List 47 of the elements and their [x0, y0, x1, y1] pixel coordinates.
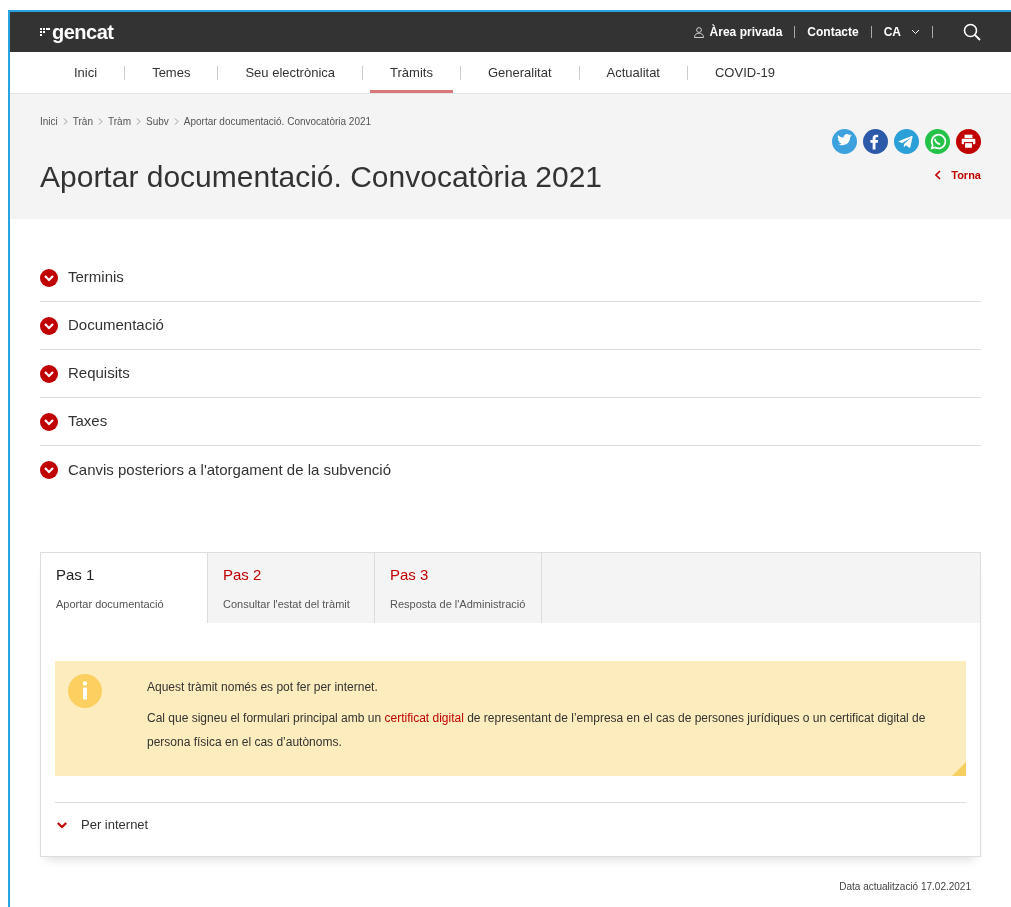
- info-icon: [68, 674, 102, 708]
- gencat-logo[interactable]: gencat: [52, 17, 114, 47]
- print-icon[interactable]: [956, 129, 981, 154]
- accordion-item[interactable]: Documentació: [40, 302, 981, 350]
- share-icon[interactable]: [832, 129, 857, 154]
- header-link[interactable]: Àrea privada: [681, 23, 795, 41]
- share-icon[interactable]: [894, 129, 919, 154]
- nav-tab[interactable]: Actualitat: [586, 52, 680, 93]
- back-link[interactable]: Torna: [935, 167, 981, 184]
- notice-text: Aquest tràmit només es pot fer per internet.: [147, 679, 379, 696]
- accordion-item[interactable]: Taxes: [40, 398, 981, 446]
- breadcrumb-link[interactable]: Inici: [40, 114, 58, 129]
- chevron-icon: [40, 364, 58, 383]
- nav-tab[interactable]: Inici: [54, 52, 118, 93]
- accordion-item[interactable]: Canvis posteriors a l'atorgament de la subvenció: [40, 446, 981, 494]
- header-link[interactable]: Contacte: [795, 23, 871, 41]
- share-icon[interactable]: [863, 129, 888, 154]
- breadcrumb-link[interactable]: Subv: [145, 114, 169, 129]
- search-icon[interactable]: [963, 23, 981, 41]
- caret-icon: [911, 29, 920, 35]
- corner-fold-icon: [952, 762, 966, 776]
- chevron-icon: [40, 268, 58, 287]
- language-selector[interactable]: CA: [871, 23, 932, 41]
- nav-tab[interactable]: Seu electrònica: [225, 52, 356, 93]
- step-tab[interactable]: Pas 1 Aportar documentació: [41, 553, 208, 623]
- page-title: Aportar documentació. Convocatòria 2021: [40, 159, 602, 195]
- chevron-icon: [40, 316, 58, 335]
- accordion-item[interactable]: Requisits: [40, 350, 981, 398]
- chevron-right-icon: [98, 118, 103, 125]
- nav-tab[interactable]: Generalitat: [467, 52, 572, 93]
- nav-tab[interactable]: Temes: [132, 52, 211, 93]
- channel-toggle[interactable]: Per internet: [55, 802, 966, 846]
- chevron-right-icon: [62, 118, 68, 125]
- update-date: Data actualització 17.02.2021: [839, 880, 971, 894]
- chevron-icon: [40, 461, 58, 479]
- accordion-item[interactable]: Terminis: [40, 254, 981, 302]
- breadcrumb-link[interactable]: Tràn: [72, 114, 93, 129]
- breadcrumb-link[interactable]: Tràm: [108, 114, 131, 129]
- chevron-right-icon: [173, 118, 179, 125]
- notice-text: Cal que signeu el formulari principal amb un certificat digital de representant de l’empresa en el cas de persones jurídiques o un certificat digital de persona física en el cas d’autònoms.: [147, 710, 926, 751]
- chevron-icon: [40, 412, 58, 431]
- certificate-link[interactable]: certificat digital: [384, 711, 464, 725]
- breadcrumb-link[interactable]: Aportar documentació. Convocatòria 2021: [183, 114, 372, 129]
- user-icon: [693, 26, 704, 38]
- chevron-right-icon: [135, 118, 141, 125]
- logo-mark-icon: [40, 28, 50, 36]
- nav-tab[interactable]: COVID-19: [695, 52, 795, 93]
